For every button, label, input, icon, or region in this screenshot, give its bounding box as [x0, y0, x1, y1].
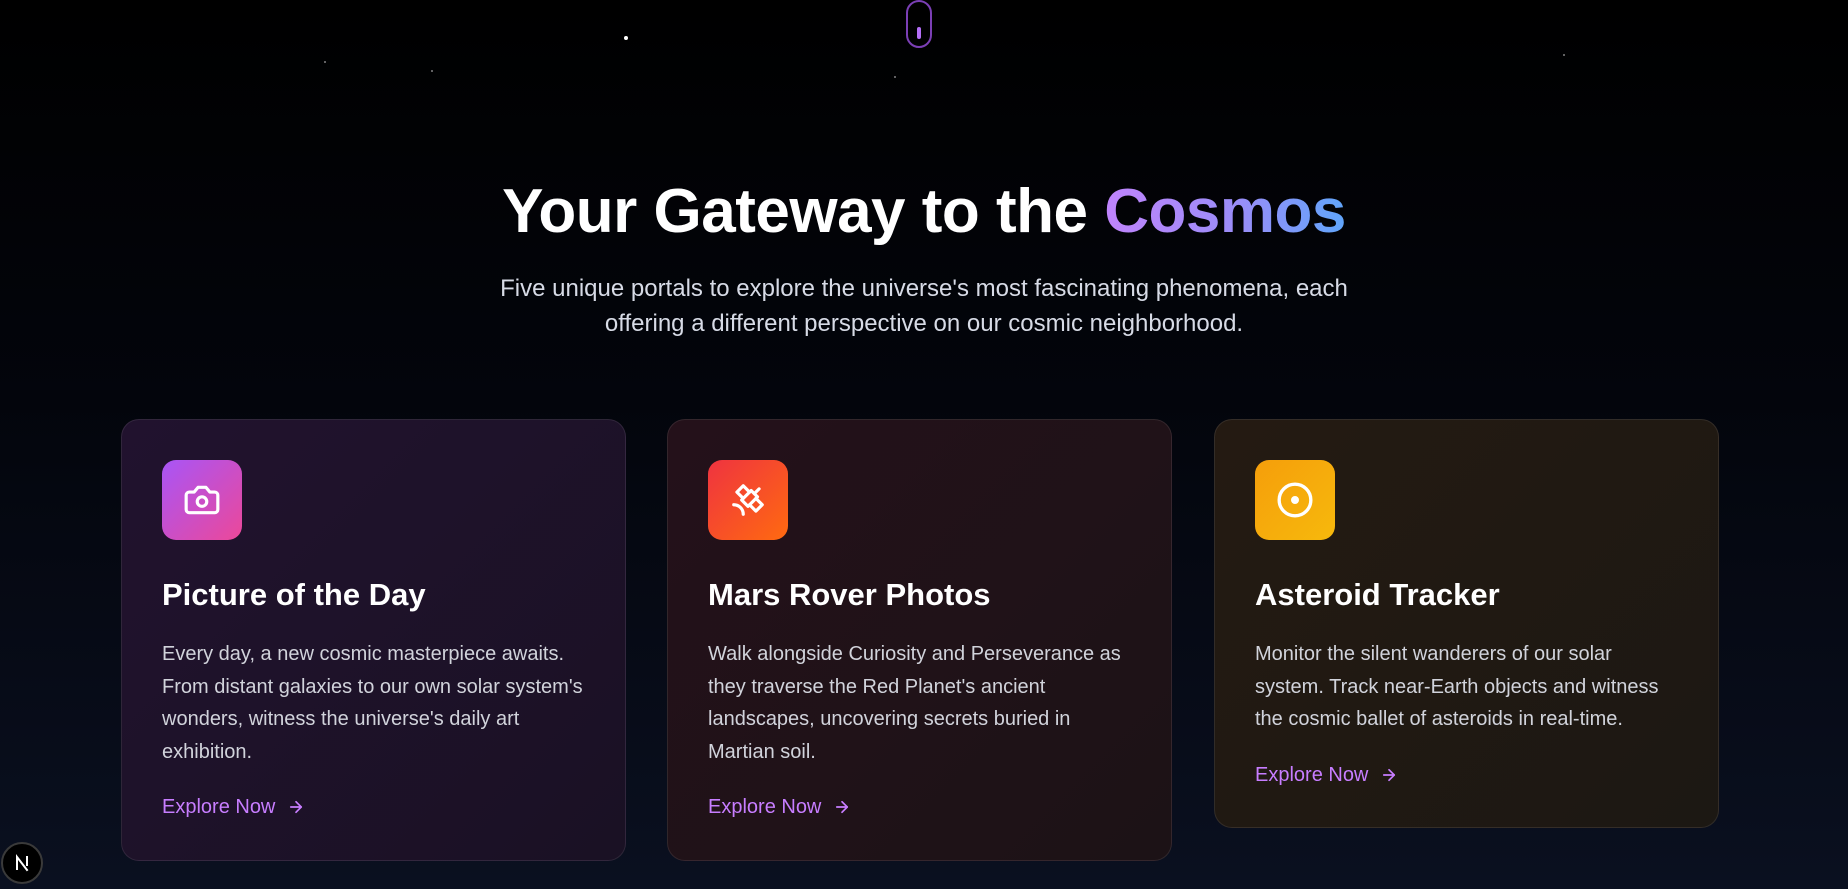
explore-now-link[interactable]: Explore Now — [162, 794, 305, 820]
explore-now-label: Explore Now — [708, 796, 822, 818]
explore-now-label: Explore Now — [162, 796, 276, 818]
star — [431, 70, 433, 72]
card-title: Asteroid Tracker — [1255, 577, 1500, 612]
scroll-dot — [917, 27, 921, 39]
arrow-right-icon — [290, 800, 303, 814]
next-logo-icon — [16, 854, 29, 872]
scroll-indicator[interactable] — [906, 0, 932, 48]
explore-now-link[interactable]: Explore Now — [1255, 762, 1398, 788]
camera-icon — [184, 485, 220, 515]
arrow-right-icon — [836, 800, 849, 814]
satellite-icon — [732, 484, 764, 516]
title-accent: Cosmos — [1104, 177, 1346, 246]
page-subtitle: Five unique portals to explore the unive… — [500, 275, 1348, 337]
card-description: Monitor the silent wanderers of our sola… — [1255, 643, 1659, 730]
title-prefix: Your Gateway to the — [502, 177, 1105, 246]
card-mars-rover-photos[interactable]: Mars Rover Photos Walk alongside Curiosi… — [667, 419, 1172, 861]
star — [624, 36, 628, 40]
explore-now-label: Explore Now — [1255, 763, 1369, 786]
card-asteroid-tracker[interactable]: Asteroid Tracker Monitor the silent wand… — [1214, 419, 1719, 828]
target-icon-box — [1255, 460, 1335, 540]
card-title: Mars Rover Photos — [708, 577, 991, 612]
page-title: Your Gateway to the Cosmos — [0, 172, 1848, 252]
card-picture-of-the-day[interactable]: Picture of the Day Every day, a new cosm… — [121, 419, 626, 861]
explore-now-link[interactable]: Explore Now — [708, 794, 851, 820]
camera-icon-box — [162, 460, 242, 540]
star — [1563, 54, 1565, 56]
nextjs-dev-badge[interactable] — [1, 842, 43, 884]
card-description: Every day, a new cosmic masterpiece awai… — [162, 643, 583, 763]
star — [894, 76, 896, 78]
card-title: Picture of the Day — [162, 577, 426, 612]
satellite-icon-box — [708, 460, 788, 540]
target-icon — [1277, 482, 1313, 518]
arrow-right-icon — [1383, 768, 1396, 781]
star — [324, 61, 326, 63]
card-description: Walk alongside Curiosity and Perseveranc… — [708, 643, 1121, 763]
